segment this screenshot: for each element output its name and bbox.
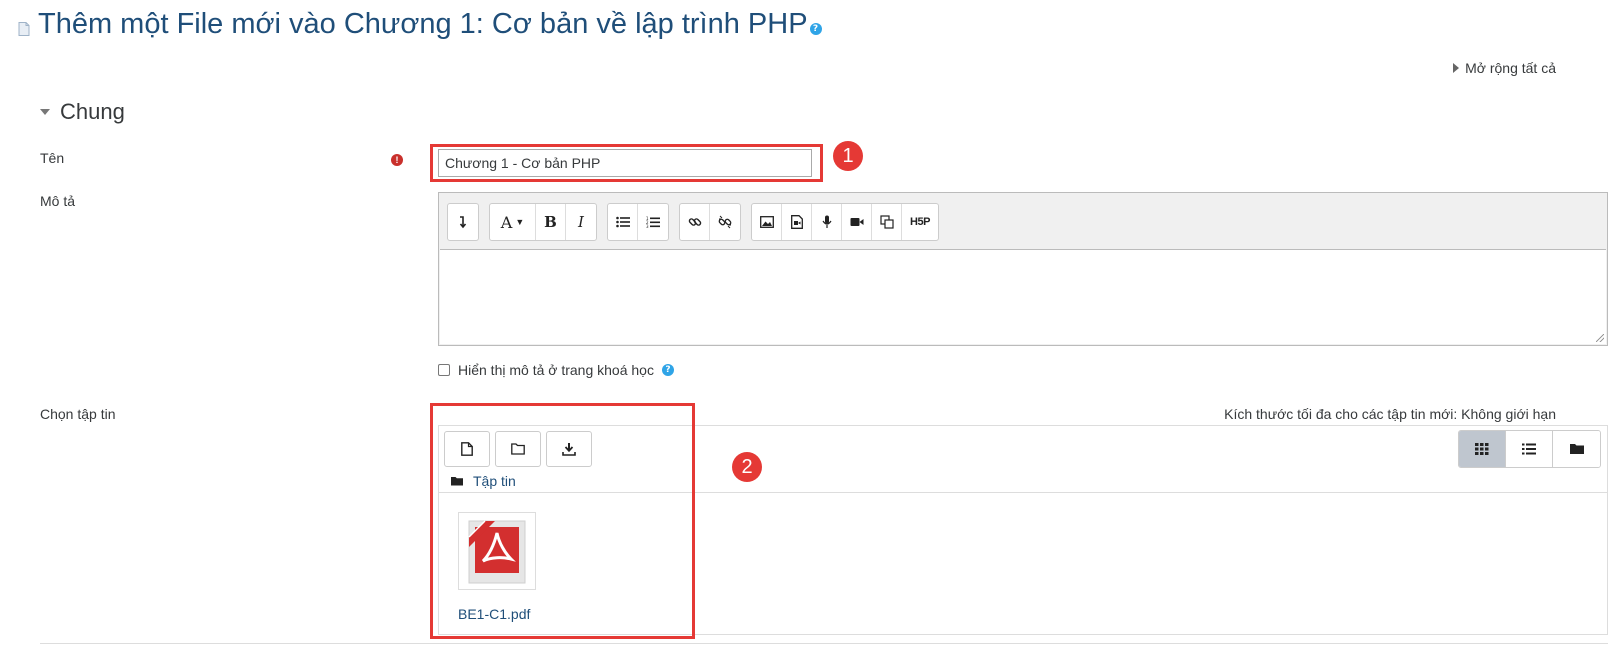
resize-handle[interactable] <box>1596 334 1604 342</box>
show-description-checkbox[interactable] <box>438 364 450 376</box>
show-description-label: Hiển thị mô tả ở trang khoá học <box>458 362 654 378</box>
folder-icon <box>1569 444 1584 454</box>
toggle-toolbar-icon[interactable] <box>448 204 478 240</box>
h5p-icon[interactable]: H5P <box>902 204 938 240</box>
document-icon <box>18 21 30 36</box>
description-textarea[interactable] <box>440 249 1606 344</box>
toolbar-group-toggle <box>447 203 479 241</box>
max-size-text: Kích thước tối đa cho các tập tin mới: K… <box>1224 406 1556 422</box>
name-label: Tên <box>40 150 65 166</box>
view-mode-group <box>1458 430 1601 468</box>
expand-all-label: Mở rộng tất cả <box>1465 60 1556 76</box>
annotation-badge-1: 1 <box>833 141 863 171</box>
ordered-list-icon[interactable]: 123 <box>638 204 668 240</box>
record-audio-icon[interactable] <box>812 204 842 240</box>
expand-all-link[interactable]: Mở rộng tất cả <box>1453 60 1556 76</box>
toolbar-group-links <box>679 203 741 241</box>
tree-view-button[interactable] <box>1553 431 1600 467</box>
toolbar-group-style: A ▼ B I <box>489 203 597 241</box>
page-header: Thêm một File mới vào Chương 1: Cơ bản v… <box>18 8 822 41</box>
highlight-box-2 <box>430 403 695 639</box>
section-general-toggle[interactable]: Chung <box>40 99 125 125</box>
unlink-icon[interactable] <box>710 204 740 240</box>
link-icon[interactable] <box>680 204 710 240</box>
help-icon[interactable]: ? <box>661 364 674 376</box>
caret-down-icon <box>40 109 50 115</box>
toolbar-group-lists: 123 <box>607 203 669 241</box>
help-icon[interactable]: ? <box>809 22 822 35</box>
choose-file-label: Chọn tập tin <box>40 406 116 422</box>
list-icon <box>1522 443 1536 455</box>
font-style-icon[interactable]: A ▼ <box>490 204 536 240</box>
page-title: Thêm một File mới vào Chương 1: Cơ bản v… <box>38 8 808 40</box>
show-description-row: Hiển thị mô tả ở trang khoá học ? <box>438 362 674 378</box>
grid-icon <box>1475 443 1489 455</box>
description-label: Mô tả <box>40 193 76 209</box>
section-title: Chung <box>60 99 125 124</box>
unordered-list-icon[interactable] <box>608 204 638 240</box>
name-input[interactable] <box>438 149 812 177</box>
image-icon[interactable] <box>752 204 782 240</box>
editor-toolbar: A ▼ B I 123 H5P <box>447 203 939 241</box>
manage-files-icon[interactable] <box>872 204 902 240</box>
toolbar-group-media: H5P <box>751 203 939 241</box>
grid-view-button[interactable] <box>1459 431 1506 467</box>
list-view-button[interactable] <box>1506 431 1553 467</box>
caret-right-icon <box>1453 63 1460 73</box>
description-editor: A ▼ B I 123 H5P <box>438 192 1608 346</box>
divider <box>40 643 1608 644</box>
required-icon: ! <box>391 154 403 166</box>
record-video-icon[interactable] <box>842 204 872 240</box>
italic-icon[interactable]: I <box>566 204 596 240</box>
bold-icon[interactable]: B <box>536 204 566 240</box>
media-icon[interactable] <box>782 204 812 240</box>
annotation-badge-2: 2 <box>732 452 762 482</box>
svg-text:3: 3 <box>646 224 649 229</box>
